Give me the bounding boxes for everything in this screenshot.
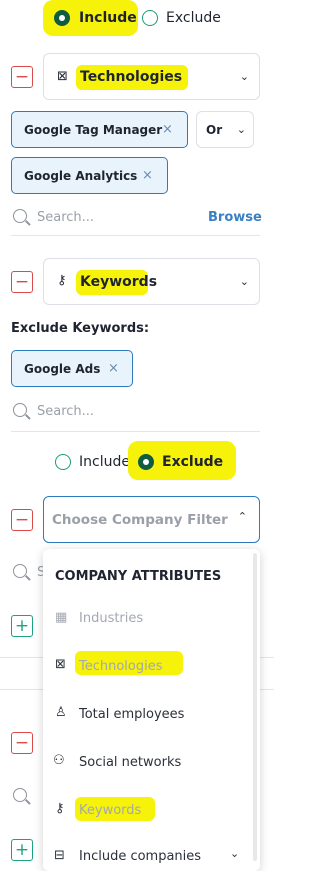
dropdown-item-label: Keywords xyxy=(79,803,142,818)
exclude-radio[interactable] xyxy=(138,454,154,470)
divider xyxy=(11,235,260,236)
include-radio-label[interactable]: Include xyxy=(79,10,137,26)
remove-technologies-button[interactable]: − xyxy=(11,66,33,88)
dropdown-item-include-companies[interactable]: ⊟ Include companies ⌄ xyxy=(43,845,248,871)
chevron-down-icon: ⌄ xyxy=(239,70,249,83)
remove-keywords-button[interactable]: − xyxy=(11,271,33,293)
include-radio[interactable] xyxy=(54,10,70,26)
radio-dot xyxy=(143,459,149,465)
dropdown-item-label: Industries xyxy=(79,611,144,626)
keywords-search-input[interactable]: Search... xyxy=(37,404,94,419)
dropdown-item-keywords[interactable]: ⚷ Keywords xyxy=(43,797,248,827)
search-icon xyxy=(13,788,27,802)
include-radio-label[interactable]: Include xyxy=(79,454,130,470)
divider xyxy=(11,431,260,432)
dropdown-item-label: Social networks xyxy=(79,755,182,770)
chip-icon: ⊠ xyxy=(55,657,66,672)
people-icon: ⚇ xyxy=(53,753,65,768)
dropdown-item-technologies[interactable]: ⊠ Technologies xyxy=(43,653,248,683)
add-filter-button[interactable]: + xyxy=(11,839,33,861)
building-list-icon: ⊟ xyxy=(54,848,65,863)
exclude-keywords-heading: Exclude Keywords: xyxy=(11,321,150,336)
technologies-label: Technologies xyxy=(80,69,183,85)
include-radio[interactable] xyxy=(55,454,71,470)
remove-chip-icon[interactable]: × xyxy=(162,122,173,137)
dropdown-item-label: Include companies xyxy=(79,849,202,864)
browse-link[interactable]: Browse xyxy=(208,210,262,225)
operator-select[interactable]: Or ⌄ xyxy=(196,111,254,148)
dropdown-item-social-networks[interactable]: ⚇ Social networks xyxy=(43,749,248,779)
exclude-radio[interactable] xyxy=(142,10,158,26)
person-icon: ♙ xyxy=(55,705,67,720)
remove-chip-icon[interactable]: × xyxy=(142,168,153,183)
radio-dot xyxy=(59,15,65,21)
building-icon: ▦ xyxy=(55,610,68,625)
company-filter-placeholder: Choose Company Filter xyxy=(52,512,228,528)
company-filter-dropdown: COMPANY ATTRIBUTES ▦ Industries ⊠ Techno… xyxy=(43,549,260,871)
key-icon: ⚷ xyxy=(57,273,67,288)
technologies-filter-select[interactable]: ⊠ Technologies ⌄ xyxy=(43,53,260,100)
exclude-radio-label[interactable]: Exclude xyxy=(162,454,223,470)
company-filter-select[interactable]: Choose Company Filter ⌃ xyxy=(43,496,260,543)
chevron-down-icon: ⌄ xyxy=(230,847,240,860)
technology-chip: Google Tag Manager × xyxy=(11,111,188,148)
add-filter-button[interactable]: + xyxy=(11,615,33,637)
keywords-filter-select[interactable]: ⚷ Keywords ⌄ xyxy=(43,258,260,305)
keyword-chip: Google Ads × xyxy=(11,350,133,387)
chevron-down-icon: ⌄ xyxy=(239,275,249,288)
search-icon xyxy=(13,564,27,578)
chip-icon: ⊠ xyxy=(57,69,68,84)
operator-label: Or xyxy=(206,123,223,137)
dropdown-item-total-employees[interactable]: ♙ Total employees xyxy=(43,701,248,731)
technology-chip: Google Analytics × xyxy=(11,157,168,194)
search-icon xyxy=(13,403,27,417)
chip-label: Google Analytics xyxy=(24,169,138,183)
technologies-search-input[interactable]: Search... xyxy=(37,210,94,225)
chip-label: Google Ads xyxy=(24,362,101,376)
remove-chip-icon[interactable]: × xyxy=(108,361,119,376)
keywords-label: Keywords xyxy=(80,274,158,290)
chip-label: Google Tag Manager xyxy=(24,123,163,137)
dropdown-item-industries[interactable]: ▦ Industries xyxy=(43,605,248,635)
remove-company-filter-button[interactable]: − xyxy=(11,509,33,531)
key-icon: ⚷ xyxy=(55,801,65,816)
dropdown-item-label: Total employees xyxy=(79,707,185,722)
chevron-up-icon: ⌃ xyxy=(237,510,247,523)
search-icon xyxy=(13,209,27,223)
dropdown-heading: COMPANY ATTRIBUTES xyxy=(55,569,222,584)
chevron-down-icon: ⌄ xyxy=(236,123,246,136)
dropdown-scrollbar[interactable] xyxy=(253,553,257,861)
remove-filter-button[interactable]: − xyxy=(11,732,33,754)
exclude-radio-label[interactable]: Exclude xyxy=(166,10,221,26)
dropdown-item-label: Technologies xyxy=(79,659,163,674)
